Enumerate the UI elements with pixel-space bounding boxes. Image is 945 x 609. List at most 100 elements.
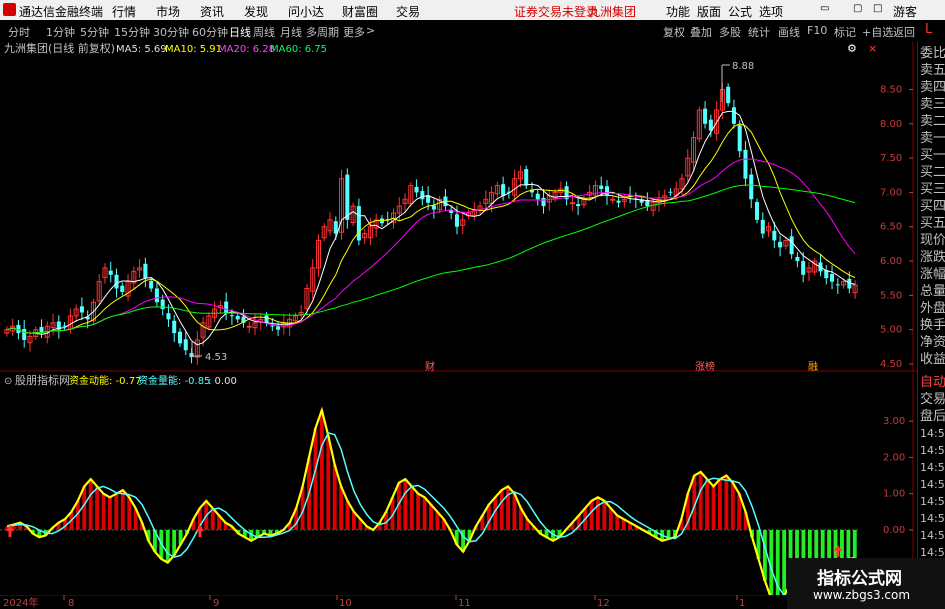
minimize-icon[interactable]: ▭ xyxy=(820,3,829,14)
panel-row-16: 换手 xyxy=(920,318,945,333)
tab-multi[interactable]: 多周期 xyxy=(306,24,339,40)
menu-faxian[interactable]: 发现 xyxy=(244,3,268,20)
candle-body xyxy=(172,320,177,334)
btn-duogu[interactable]: 多股 xyxy=(719,24,741,40)
guest-label[interactable]: 游客 xyxy=(893,3,917,20)
menu-hangqing[interactable]: 行情 xyxy=(112,3,136,20)
osc-bar xyxy=(852,529,857,558)
osc-bar xyxy=(95,486,100,530)
event-tag-zhangbang[interactable]: 涨榜 xyxy=(695,360,715,372)
panel-row-4: 卖二 xyxy=(920,114,945,129)
menu-shichang[interactable]: 市场 xyxy=(156,3,180,20)
menu-xuanxiang[interactable]: 选项 xyxy=(759,3,783,20)
tab-30min[interactable]: 30分钟 xyxy=(153,24,189,40)
chart-settings-icon[interactable]: ⚙ xyxy=(847,42,857,55)
btn-f10[interactable]: F10 xyxy=(807,24,827,37)
osc-bar xyxy=(120,490,125,530)
tab-monthly[interactable]: 月线 xyxy=(280,24,302,40)
btn-back[interactable]: 返回 xyxy=(893,24,915,40)
menu-banmian[interactable]: 版面 xyxy=(697,3,721,20)
main-y-tick: 4.50 xyxy=(880,359,902,370)
candle-body xyxy=(772,230,777,241)
indicator-gear-icon[interactable]: ⊙ xyxy=(4,376,12,387)
candle-body xyxy=(535,193,540,200)
ma10-label: MA10: 5.91 xyxy=(165,44,222,55)
candle-body xyxy=(760,219,765,234)
btn-huaxian[interactable]: 画线 xyxy=(778,24,800,40)
tab-more[interactable]: 更多 xyxy=(343,24,365,40)
menu-gongneng[interactable]: 功能 xyxy=(666,3,690,20)
candle-body xyxy=(114,274,119,289)
osc-bar xyxy=(416,493,421,530)
x-label-oct: 10 xyxy=(339,598,352,609)
osc-bar xyxy=(782,529,787,595)
tab-daily[interactable]: 日线 xyxy=(229,24,251,40)
panel-after[interactable]: 盘后 xyxy=(920,409,945,425)
panel-row-2: 卖四 xyxy=(920,80,945,95)
btn-biaoji[interactable]: 标记 xyxy=(834,24,856,40)
maximize-icon[interactable]: □ xyxy=(873,3,882,14)
osc-bar xyxy=(596,497,600,530)
osc-bar xyxy=(730,482,735,530)
panel-row-8: 买三 xyxy=(920,182,945,197)
panel-time-2: 14:56 xyxy=(920,461,945,474)
indicator-chart[interactable]: 3.002.001.000.00-1.00 ⊙ 股朋指标网 资金动能: -0.7… xyxy=(0,373,917,595)
tab-1min[interactable]: 1分钟 xyxy=(46,24,75,40)
main-kline-chart[interactable]: 九洲集团(日线 前复权) MA5: 5.69 MA10: 5.91 MA20: … xyxy=(0,42,917,372)
candle-body xyxy=(431,205,436,210)
candle-body xyxy=(743,149,748,179)
panel-row-14: 总量 xyxy=(920,284,945,299)
candle-body xyxy=(801,261,806,275)
more-chevron-icon[interactable]: > xyxy=(366,24,375,37)
btn-diejia[interactable]: 叠加 xyxy=(690,24,712,40)
x-label-dec: 12 xyxy=(597,598,610,609)
tab-fenshi[interactable]: 分时 xyxy=(8,24,30,40)
candle-body xyxy=(420,191,425,200)
panel-mode[interactable]: 自动 xyxy=(920,375,945,391)
tab-weekly[interactable]: 周线 xyxy=(253,24,275,40)
main-y-tick: 6.50 xyxy=(880,222,902,233)
candle-body xyxy=(120,285,125,292)
menu-zixun[interactable]: 资讯 xyxy=(200,3,224,20)
osc-bar xyxy=(326,435,331,530)
candle-body xyxy=(501,184,506,196)
btn-add-favorite[interactable]: +自选 xyxy=(862,24,893,40)
fund-power-label: 资金动能: -0.77 xyxy=(69,374,141,387)
candle-body xyxy=(79,306,84,313)
event-tag-cai[interactable]: 财 xyxy=(425,360,435,372)
panel-trade[interactable]: 交易 xyxy=(920,392,945,408)
btn-fuquan[interactable]: 复权 xyxy=(663,24,685,40)
indicator-name[interactable]: 股朋指标网 xyxy=(15,373,70,387)
tab-60min[interactable]: 60分钟 xyxy=(192,24,228,40)
event-tag-rong[interactable]: 融 xyxy=(808,361,818,372)
candle-body xyxy=(737,125,742,152)
panel-row-3: 卖三 xyxy=(920,97,945,112)
period-toolbar: 分时 1分钟 5分钟 15分钟 30分钟 60分钟 日线 周线 月线 多周期 更… xyxy=(0,20,945,43)
sub-y-tick: 0.00 xyxy=(883,525,905,536)
btn-tongji[interactable]: 统计 xyxy=(748,24,770,40)
candle-body xyxy=(524,169,529,186)
menu-gongshi[interactable]: 公式 xyxy=(728,3,752,20)
menu-caifuquan[interactable]: 财富圈 xyxy=(342,3,378,20)
panel-row-9: 买四 xyxy=(920,199,945,214)
osc-bar xyxy=(403,479,408,530)
l2-badge[interactable]: L xyxy=(925,22,932,37)
tab-15min[interactable]: 15分钟 xyxy=(114,24,150,40)
tab-5min[interactable]: 5分钟 xyxy=(80,24,109,40)
candle-body xyxy=(264,315,269,323)
panel-time-1: 14:56 xyxy=(920,444,945,457)
osc-bar xyxy=(698,471,703,530)
menu-jiaoyi[interactable]: 交易 xyxy=(396,3,420,20)
candle-body xyxy=(154,288,159,303)
ma60-label: MA60: 6.75 xyxy=(270,44,327,55)
restore-icon[interactable]: ▢ xyxy=(853,3,862,14)
panel-row-10: 买五 xyxy=(920,216,945,231)
osc-bar xyxy=(332,464,337,530)
login-warning[interactable]: 证券交易未登录 xyxy=(514,3,598,20)
chart-close-icon[interactable]: × xyxy=(868,42,877,55)
menu-bar: 通达信金融终端 行情 市场 资讯 发现 问小达 财富圈 交易 证券交易未登录 九… xyxy=(0,0,945,20)
menu-wenxiaoda[interactable]: 问小达 xyxy=(288,3,324,20)
candle-body xyxy=(731,107,736,124)
watermark-title: 指标公式网 xyxy=(817,569,902,589)
panel-row-1: 卖五 xyxy=(920,63,945,78)
